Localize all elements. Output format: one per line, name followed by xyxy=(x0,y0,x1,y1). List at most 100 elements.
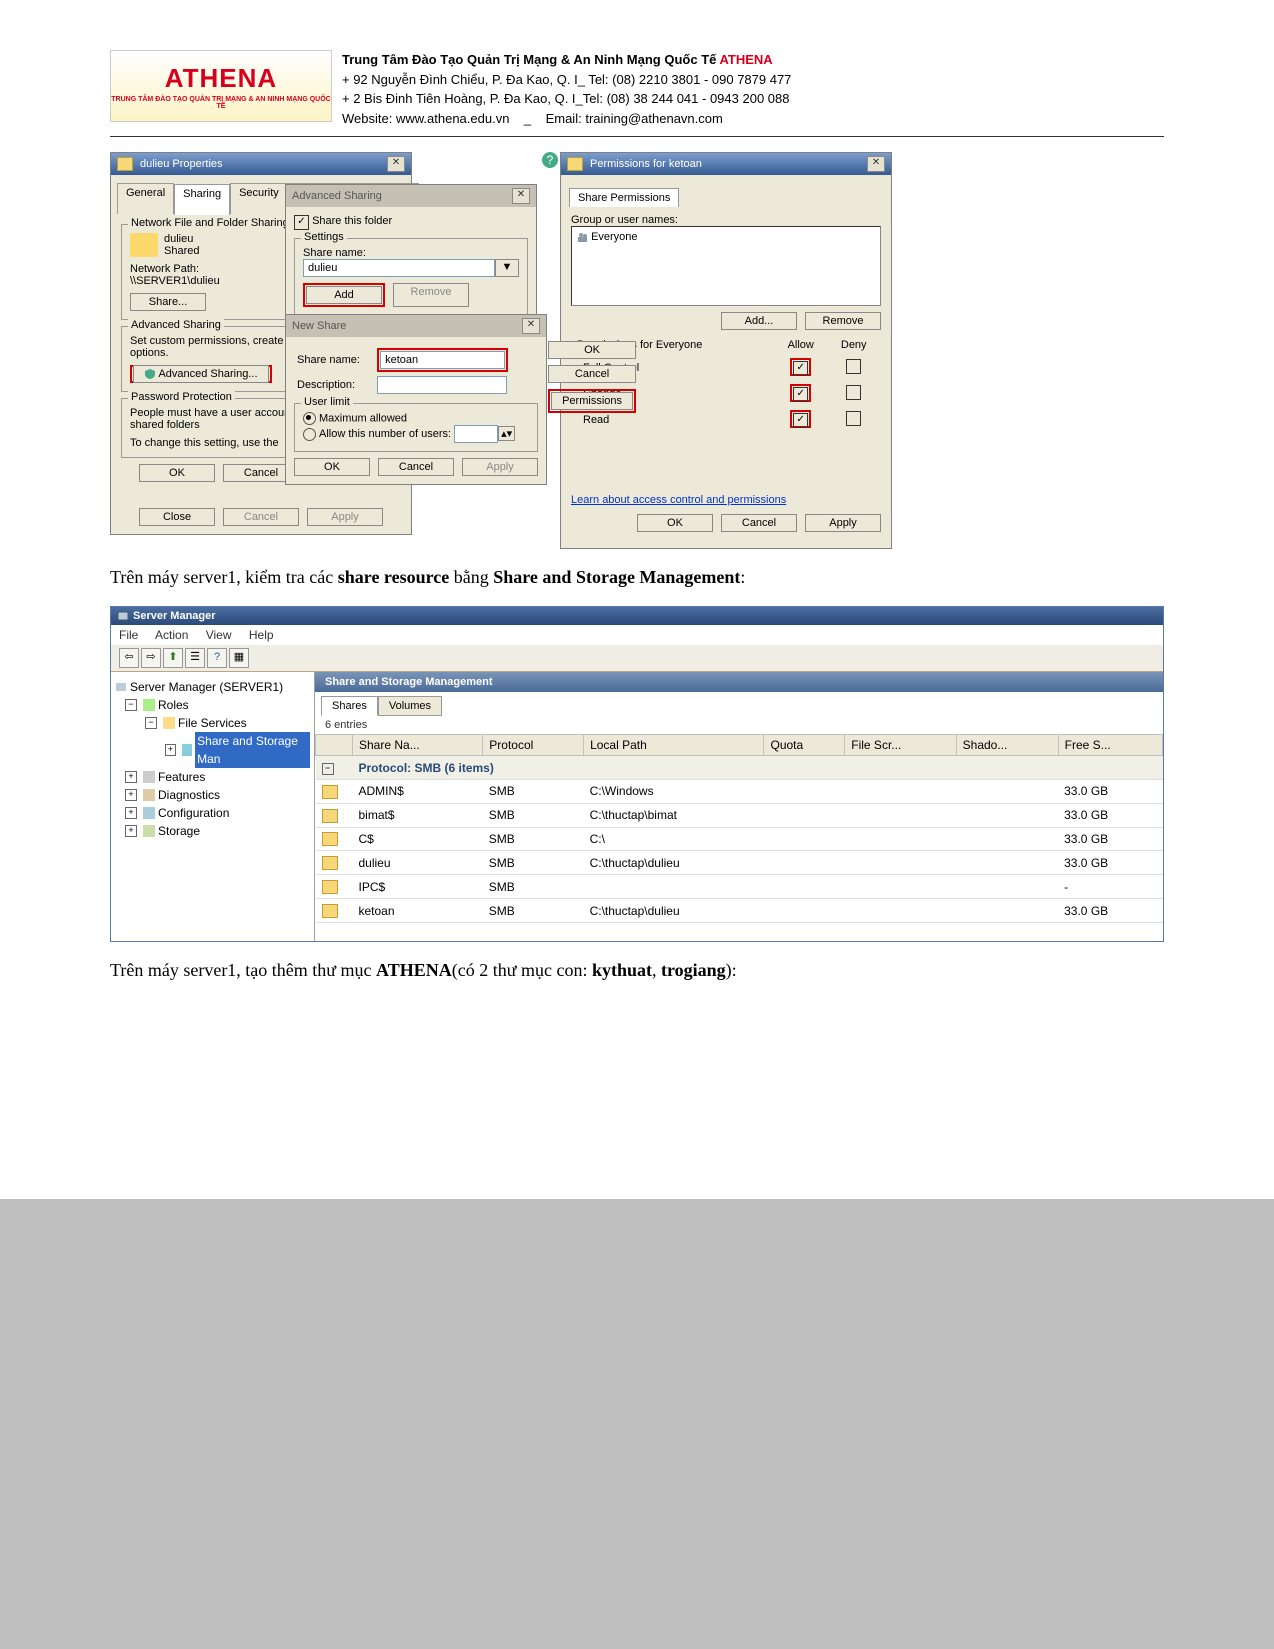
back-icon[interactable]: ⇦ xyxy=(119,648,139,668)
sm-titlebar: Server Manager xyxy=(111,607,1163,625)
ns-ok-button[interactable]: OK xyxy=(548,341,636,359)
perm-cancel-button[interactable]: Cancel xyxy=(721,514,797,532)
col-localpath[interactable]: Local Path xyxy=(584,735,764,756)
tree-root[interactable]: Server Manager (SERVER1) xyxy=(130,678,283,696)
tree-roles[interactable]: Roles xyxy=(158,696,189,714)
col-filescr[interactable]: File Scr... xyxy=(845,735,956,756)
forward-icon[interactable]: ⇨ xyxy=(141,648,161,668)
expand-icon[interactable] xyxy=(125,825,137,837)
deny-header: Deny xyxy=(828,336,879,354)
newshare-desc-input[interactable] xyxy=(377,376,507,394)
learn-link[interactable]: Learn about access control and permissio… xyxy=(571,494,786,506)
expand-icon[interactable] xyxy=(165,744,176,756)
table-row[interactable]: ADMIN$SMBC:\Windows33.0 GB xyxy=(316,780,1163,804)
password-group-title: Password Protection xyxy=(128,391,235,403)
tree-diagnostics[interactable]: Diagnostics xyxy=(158,786,220,804)
tab-general[interactable]: General xyxy=(117,183,174,214)
tab-security[interactable]: Security xyxy=(230,183,288,214)
col-quota[interactable]: Quota xyxy=(764,735,845,756)
perm-add-button[interactable]: Add... xyxy=(721,312,797,330)
menu-help[interactable]: Help xyxy=(249,628,274,642)
cell-proto: SMB xyxy=(483,803,584,827)
fullcontrol-allow-checkbox[interactable] xyxy=(793,361,808,376)
perm-ok-button[interactable]: OK xyxy=(637,514,713,532)
expand-icon[interactable] xyxy=(125,789,137,801)
share-name-input[interactable] xyxy=(303,259,495,277)
close-icon[interactable]: ✕ xyxy=(867,156,885,172)
up-icon[interactable]: ⬆ xyxy=(163,648,183,668)
col-free[interactable]: Free S... xyxy=(1058,735,1162,756)
ns-cancel-button[interactable]: Cancel xyxy=(548,365,636,383)
share-name-label: Share name: xyxy=(303,247,519,259)
close-icon[interactable]: ✕ xyxy=(512,188,530,204)
adv-ok-button[interactable]: OK xyxy=(294,458,370,476)
tree-storage[interactable]: Storage xyxy=(158,822,200,840)
share-icon xyxy=(322,856,338,870)
close-button[interactable]: Close xyxy=(139,508,215,526)
table-row[interactable]: ketoanSMBC:\thuctap\dulieu33.0 GB xyxy=(316,899,1163,923)
adv-apply-button[interactable]: Apply xyxy=(462,458,538,476)
read-allow-checkbox[interactable] xyxy=(793,413,808,428)
table-row[interactable]: C$SMBC:\33.0 GB xyxy=(316,827,1163,851)
properties-icon[interactable]: ☰ xyxy=(185,648,205,668)
collapse-icon[interactable] xyxy=(145,717,157,729)
tree-fileservices[interactable]: File Services xyxy=(178,714,247,732)
cell-path xyxy=(584,875,764,899)
collapse-icon[interactable] xyxy=(125,699,137,711)
close-icon[interactable]: ✕ xyxy=(387,156,405,172)
user-count-input[interactable] xyxy=(454,425,498,443)
change-deny-checkbox[interactable] xyxy=(846,385,861,400)
close-icon[interactable]: ✕ xyxy=(522,318,540,334)
menu-view[interactable]: View xyxy=(206,628,232,642)
col-protocol[interactable]: Protocol xyxy=(483,735,584,756)
tab-shares[interactable]: Shares xyxy=(321,696,378,716)
everyone-item[interactable]: Everyone xyxy=(591,231,637,243)
refresh-icon[interactable]: ▦ xyxy=(229,648,249,668)
folder-name: dulieu xyxy=(164,233,199,245)
add-button[interactable]: Add xyxy=(306,286,382,304)
advanced-sharing-button[interactable]: Advanced Sharing... xyxy=(133,365,269,383)
allow-radio[interactable]: Allow this number of users: ▴▾ xyxy=(303,425,529,443)
folder-icon xyxy=(117,157,133,171)
tab-volumes[interactable]: Volumes xyxy=(378,696,442,716)
remove-button[interactable]: Remove xyxy=(393,283,469,307)
tree-configuration[interactable]: Configuration xyxy=(158,804,229,822)
tree-features[interactable]: Features xyxy=(158,768,205,786)
ok-button[interactable]: OK xyxy=(139,464,215,482)
group-listbox[interactable]: Everyone xyxy=(571,226,881,306)
table-row[interactable]: dulieuSMBC:\thuctap\dulieu33.0 GB xyxy=(316,851,1163,875)
adv-cancel-button[interactable]: Cancel xyxy=(378,458,454,476)
newshare-name-input[interactable] xyxy=(380,351,505,369)
collapse-icon[interactable] xyxy=(322,763,334,775)
col-shadow[interactable]: Shado... xyxy=(956,735,1058,756)
help-icon[interactable]: ? xyxy=(542,152,558,168)
col-sharename[interactable]: Share Na... xyxy=(353,735,483,756)
max-radio[interactable]: Maximum allowed xyxy=(303,412,529,425)
tab-sharing[interactable]: Sharing xyxy=(174,184,230,215)
table-row[interactable]: bimat$SMBC:\thuctap\bimat33.0 GB xyxy=(316,803,1163,827)
email-value: training@athenavn.com xyxy=(585,111,723,126)
share-button[interactable]: Share... xyxy=(130,293,206,311)
expand-icon[interactable] xyxy=(125,807,137,819)
tree-ssm-selected[interactable]: Share and Storage Man xyxy=(195,732,310,768)
table-row[interactable]: IPC$SMB- xyxy=(316,875,1163,899)
ns-permissions-button[interactable]: Permissions xyxy=(551,392,633,410)
features-icon xyxy=(143,771,155,783)
athena-logo: ATHENA TRUNG TÂM ĐÀO TẠO QUẢN TRỊ MẠNG &… xyxy=(110,50,332,122)
perm-remove-button[interactable]: Remove xyxy=(805,312,881,330)
perm-apply-button[interactable]: Apply xyxy=(805,514,881,532)
tab-share-permissions[interactable]: Share Permissions xyxy=(569,188,679,207)
cancel-button-outer[interactable]: Cancel xyxy=(223,508,299,526)
dropdown-button[interactable]: ▼ xyxy=(495,259,519,277)
spinner-icon[interactable]: ▴▾ xyxy=(498,426,515,441)
expand-icon[interactable] xyxy=(125,771,137,783)
apply-button-outer[interactable]: Apply xyxy=(307,508,383,526)
read-deny-checkbox[interactable] xyxy=(846,411,861,426)
menu-action[interactable]: Action xyxy=(155,628,188,642)
menu-file[interactable]: File xyxy=(119,628,138,642)
fullcontrol-deny-checkbox[interactable] xyxy=(846,359,861,374)
sm-tree[interactable]: Server Manager (SERVER1) Roles File Serv… xyxy=(111,672,315,941)
help-icon[interactable]: ? xyxy=(207,648,227,668)
share-this-checkbox[interactable]: Share this folder xyxy=(294,215,528,230)
change-allow-checkbox[interactable] xyxy=(793,387,808,402)
